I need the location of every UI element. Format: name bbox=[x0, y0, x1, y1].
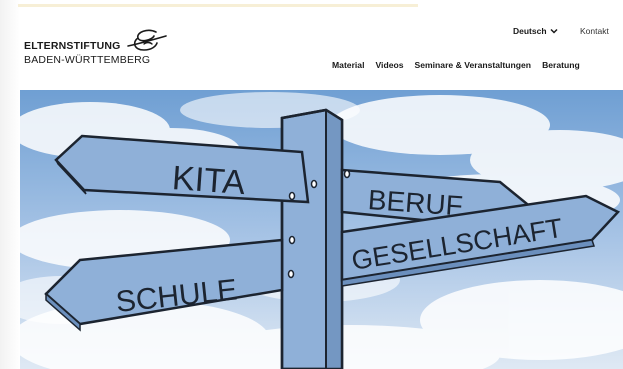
nav-item-material[interactable]: Material bbox=[332, 60, 364, 70]
page-edge-shadow bbox=[0, 0, 20, 369]
site-logo[interactable]: ELTERNSTIFTUNG BADEN-WÜRTTEMBERG bbox=[24, 28, 194, 80]
signpost-illustration: KITA BERUF GESELLSCHAFT SCHULE bbox=[20, 90, 623, 369]
page: ELTERNSTIFTUNG BADEN-WÜRTTEMBERG Deutsch… bbox=[0, 0, 623, 369]
chevron-down-icon bbox=[550, 28, 558, 34]
site-header: ELTERNSTIFTUNG BADEN-WÜRTTEMBERG Deutsch… bbox=[20, 8, 620, 90]
main-nav: Material Videos Seminare & Veranstaltung… bbox=[332, 60, 580, 70]
logo-text-line2: BADEN-WÜRTTEMBERG bbox=[24, 54, 151, 66]
nav-item-beratung[interactable]: Beratung bbox=[542, 60, 580, 70]
language-label: Deutsch bbox=[513, 26, 547, 36]
hero-image: KITA BERUF GESELLSCHAFT SCHULE bbox=[20, 90, 623, 369]
language-selector[interactable]: Deutsch bbox=[513, 26, 558, 36]
sign-kita-label: KITA bbox=[171, 159, 247, 202]
nav-item-videos[interactable]: Videos bbox=[375, 60, 403, 70]
nav-item-seminare[interactable]: Seminare & Veranstaltungen bbox=[415, 60, 532, 70]
contact-link[interactable]: Kontakt bbox=[580, 26, 609, 36]
top-accent-bar bbox=[18, 4, 418, 7]
logo-text-line1: ELTERNSTIFTUNG bbox=[24, 40, 121, 52]
